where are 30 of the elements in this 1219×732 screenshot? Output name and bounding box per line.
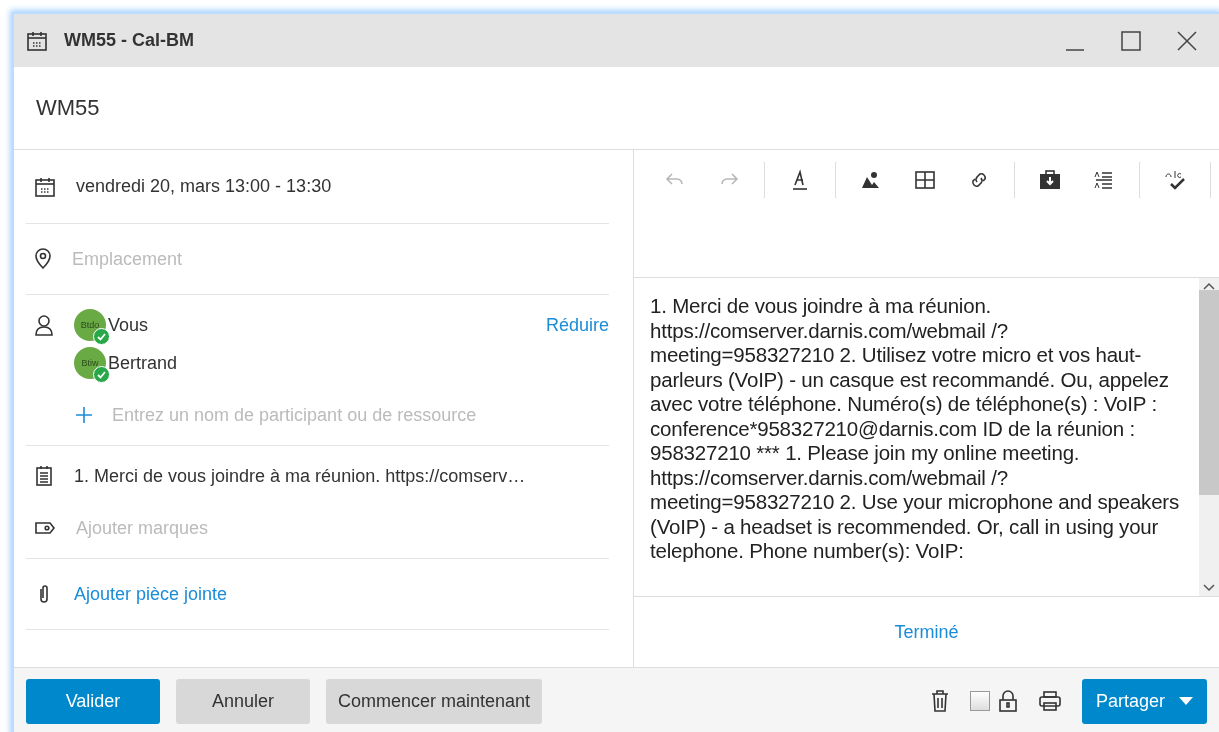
notes-icon bbox=[34, 465, 54, 487]
scrollbar[interactable] bbox=[1199, 278, 1219, 596]
event-datetime[interactable]: vendredi 20, mars 13:00 - 13:30 bbox=[76, 176, 332, 197]
lock-icon bbox=[997, 689, 1018, 713]
attendee-name: Bertrand bbox=[108, 352, 179, 374]
maximize-icon[interactable] bbox=[1120, 29, 1142, 52]
window-title: WM55 - Cal-BM bbox=[64, 30, 195, 51]
description-preview[interactable]: 1. Merci de vous joindre à ma réunion. https://comserv… bbox=[74, 465, 526, 487]
calendar-icon bbox=[26, 29, 48, 52]
private-checkbox[interactable] bbox=[969, 691, 990, 711]
person-icon bbox=[34, 314, 54, 336]
tag-icon bbox=[34, 520, 56, 536]
caret-icon bbox=[1179, 697, 1193, 705]
subject-field[interactable]: WM55 bbox=[14, 67, 1219, 150]
add-attachment-link[interactable]: Ajouter pièce jointe bbox=[74, 583, 228, 605]
tags-field[interactable]: Ajouter marques bbox=[76, 517, 209, 539]
calendar-icon bbox=[34, 175, 56, 198]
close-icon[interactable] bbox=[1176, 29, 1198, 52]
scroll-up-icon[interactable] bbox=[1203, 282, 1215, 290]
save-button[interactable]: Valider bbox=[26, 678, 160, 724]
collapse-link[interactable]: Réduire bbox=[545, 314, 609, 336]
attendee-name: Vous bbox=[108, 314, 150, 336]
secondary-button[interactable]: Commencer maintenant bbox=[326, 678, 543, 724]
location-pin-icon bbox=[34, 248, 52, 270]
share-button[interactable]: Partager bbox=[1081, 678, 1207, 724]
secondary-button[interactable]: Annuler bbox=[176, 678, 310, 724]
done-link[interactable]: Terminé bbox=[894, 621, 959, 643]
plus-icon[interactable] bbox=[74, 405, 94, 425]
attendee-field[interactable]: Entrez un nom de participant ou de ressource bbox=[112, 404, 477, 426]
scroll-down-icon[interactable] bbox=[1203, 584, 1215, 592]
